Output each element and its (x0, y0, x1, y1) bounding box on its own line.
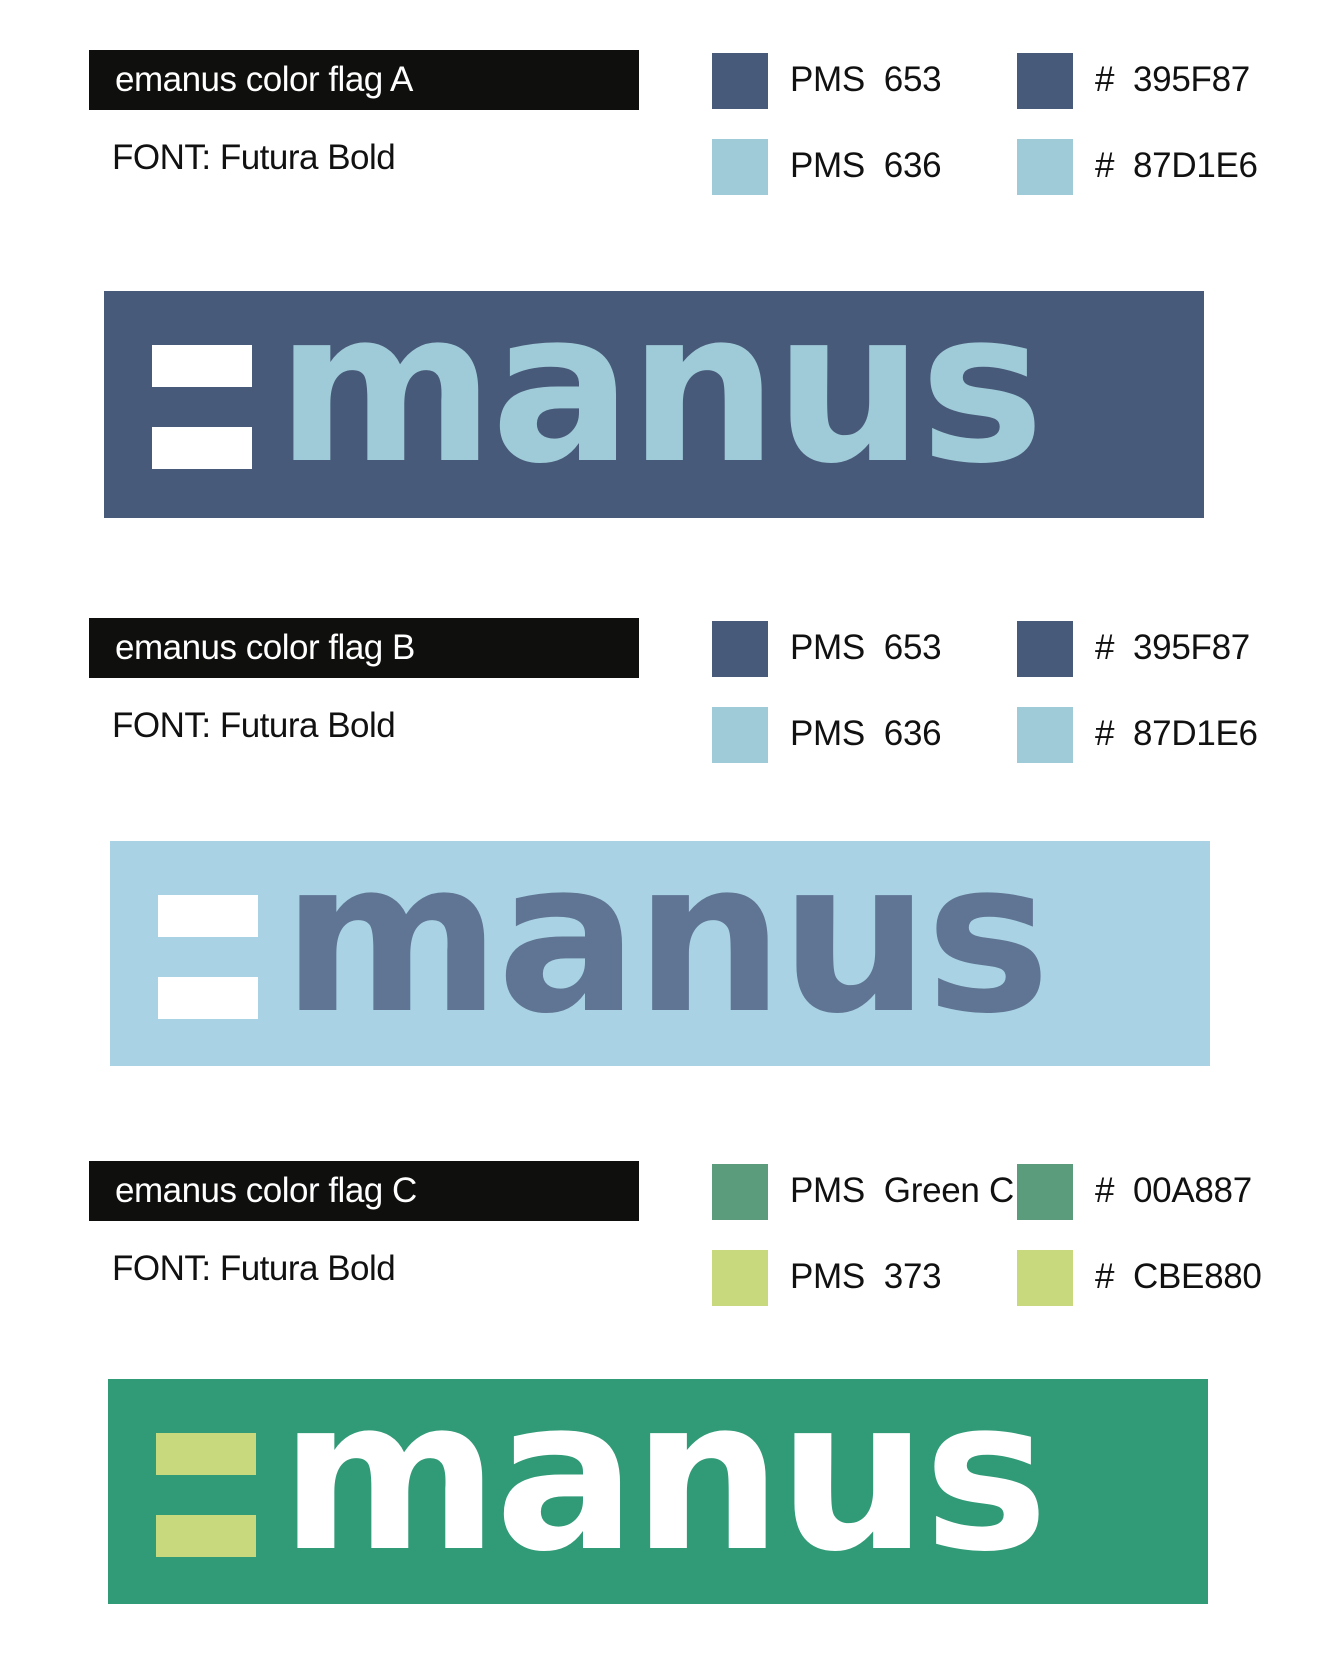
flag-b-banner: manus (110, 815, 1210, 1066)
flag-a-banner: manus (104, 265, 1204, 518)
flag-c-hex-1: # 00A887 (1095, 1171, 1252, 1210)
flag-b-swatch-2-pms (712, 707, 768, 763)
flag-b-font: FONT: Futura Bold (112, 706, 396, 745)
flag-c-logo-bar-bottom (156, 1515, 256, 1557)
flag-b-pms-1: PMS 653 (790, 628, 942, 667)
flag-b-hex-1: # 395F87 (1095, 628, 1250, 667)
flag-b-logo-word: manus (282, 815, 1051, 1060)
flag-b-logo-bar-bottom (158, 977, 258, 1019)
flag-b-section: emanus color flag B FONT: Futura Bold PM… (0, 618, 1322, 768)
flag-a-hex-2: # 87D1E6 (1095, 146, 1258, 185)
flag-b-swatch-1-pms (712, 621, 768, 677)
flag-c-hex-2: # CBE880 (1095, 1257, 1262, 1296)
flag-a-swatch-1-hex (1017, 53, 1073, 109)
flag-b-label: emanus color flag B (89, 618, 639, 678)
flag-a-swatch-2-hex (1017, 139, 1073, 195)
flag-c-swatch-2-pms (712, 1250, 768, 1306)
flag-c-swatch-1-hex (1017, 1164, 1073, 1220)
flag-b-hex-2: # 87D1E6 (1095, 714, 1258, 753)
flag-a-pms-2: PMS 636 (790, 146, 942, 185)
flag-c-pms-1: PMS Green C (790, 1171, 1014, 1210)
flag-c-label: emanus color flag C (89, 1161, 639, 1221)
flag-a-logo-bar-bottom (152, 427, 252, 469)
flag-c-swatch-1-pms (712, 1164, 768, 1220)
flag-a-label: emanus color flag A (89, 50, 639, 110)
flag-a-swatch-2-pms (712, 139, 768, 195)
flag-b-swatch-1-hex (1017, 621, 1073, 677)
flag-c-swatch-2-hex (1017, 1250, 1073, 1306)
flag-b-pms-2: PMS 636 (790, 714, 942, 753)
flag-a-hex-1: # 395F87 (1095, 60, 1250, 99)
flag-c-section: emanus color flag C FONT: Futura Bold PM… (0, 1161, 1322, 1311)
flag-c-logo-word: manus (280, 1353, 1049, 1598)
flag-a-pms-1: PMS 653 (790, 60, 942, 99)
flag-a-logo-bar-top (152, 345, 252, 387)
flag-a-swatch-1-pms (712, 53, 768, 109)
flag-b-swatch-2-hex (1017, 707, 1073, 763)
flag-c-banner: manus (108, 1353, 1208, 1604)
flag-a-font: FONT: Futura Bold (112, 138, 396, 177)
flag-c-font: FONT: Futura Bold (112, 1249, 396, 1288)
flag-b-logo-bar-top (158, 895, 258, 937)
flag-c-logo-bar-top (156, 1433, 256, 1475)
flag-c-pms-2: PMS 373 (790, 1257, 942, 1296)
flag-a-logo-word: manus (276, 265, 1045, 510)
flag-a-section: emanus color flag A FONT: Futura Bold PM… (0, 50, 1322, 200)
